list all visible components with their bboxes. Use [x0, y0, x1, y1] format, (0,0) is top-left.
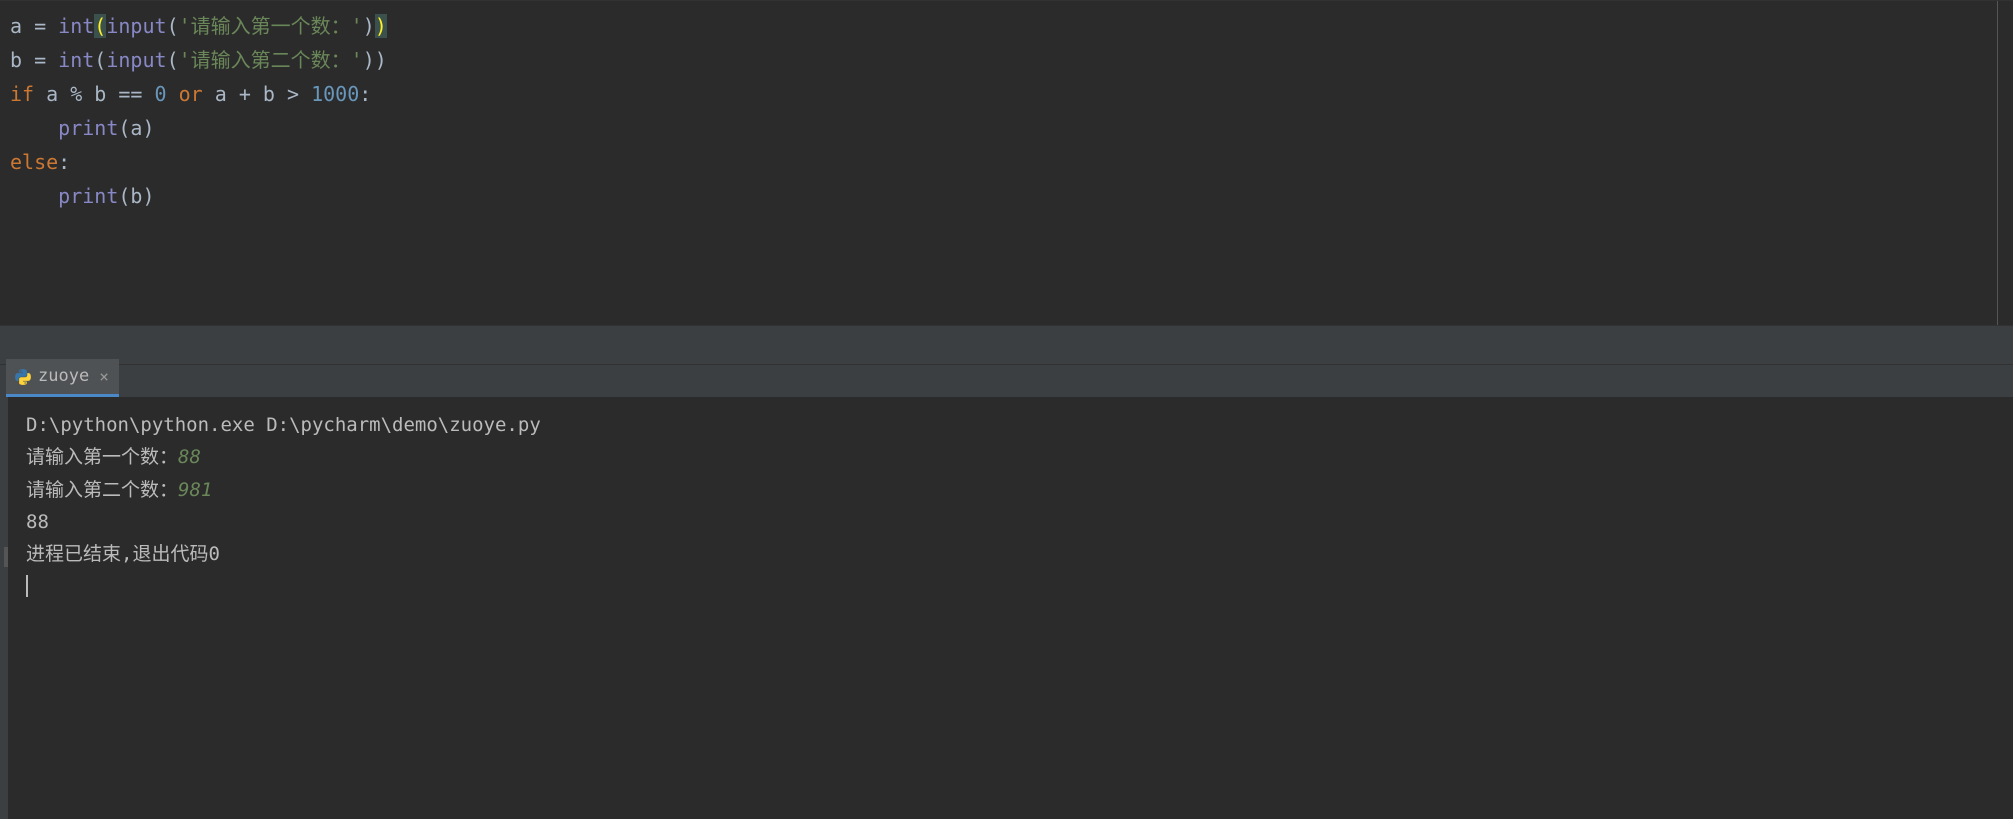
text-cursor	[26, 575, 28, 597]
code-line-2[interactable]: b = int(input('请输入第二个数：'))	[10, 43, 2003, 77]
code-line-6[interactable]: print(b)	[10, 179, 2003, 213]
editor-right-margin	[1997, 1, 1998, 325]
console-exit-message: 进程已结束,退出代码0	[26, 538, 1987, 570]
console-command: D:\python\python.exe D:\pycharm\demo\zuo…	[26, 409, 1987, 441]
code-line-1[interactable]: a = int(input('请输入第一个数：'))	[10, 9, 2003, 43]
close-icon[interactable]: ×	[99, 363, 109, 390]
console-prompt-2: 请输入第二个数：981	[26, 474, 1987, 506]
console-prompt-1: 请输入第一个数：88	[26, 441, 1987, 473]
console-output: 88	[26, 506, 1987, 538]
run-tab-bar: zuoye ×	[0, 365, 2013, 397]
run-tab-label: zuoye	[38, 362, 89, 391]
console-user-input-2: 981	[178, 479, 212, 501]
console-gutter	[0, 397, 8, 819]
code-line-4[interactable]: print(a)	[10, 111, 2003, 145]
python-file-icon	[14, 368, 32, 386]
console-user-input-1: 88	[178, 446, 201, 468]
gutter-mark	[4, 547, 8, 567]
run-tab-zuoye[interactable]: zuoye ×	[6, 359, 119, 397]
pane-divider[interactable]	[0, 325, 2013, 365]
code-line-3[interactable]: if a % b == 0 or a + b > 1000:	[10, 77, 2003, 111]
console-cursor-line[interactable]	[26, 570, 1987, 602]
code-editor[interactable]: a = int(input('请输入第一个数：')) b = int(input…	[0, 0, 2013, 325]
code-line-5[interactable]: else:	[10, 145, 2003, 179]
run-console[interactable]: D:\python\python.exe D:\pycharm\demo\zuo…	[0, 397, 2013, 819]
